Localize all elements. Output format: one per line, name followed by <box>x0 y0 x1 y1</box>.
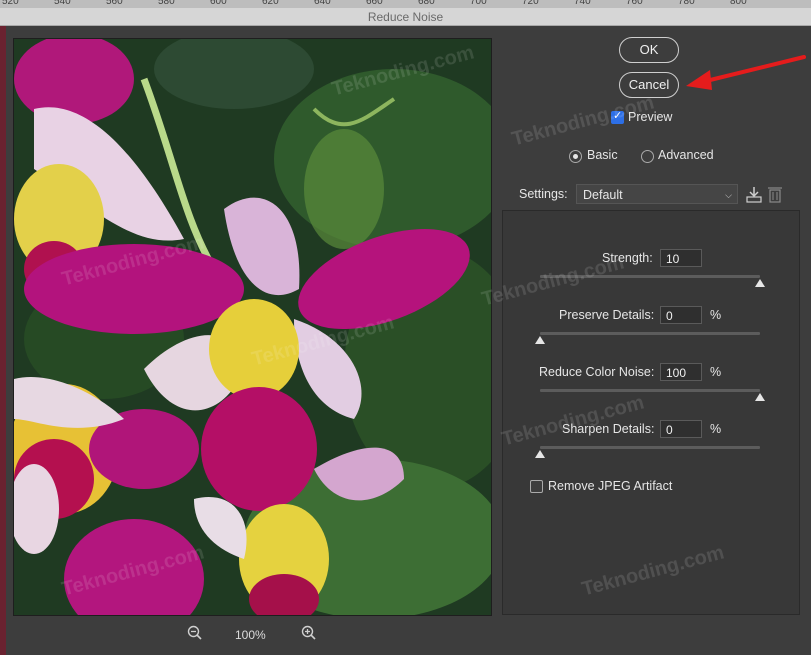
zoom-in-icon[interactable] <box>300 624 318 642</box>
preserve-details-input[interactable]: 0 <box>660 306 702 324</box>
ruler: 520 540 560 580 600 620 640 660 680 700 … <box>0 0 811 8</box>
ruler-tick: 740 <box>574 0 591 7</box>
remove-jpeg-artifact-checkbox[interactable] <box>530 480 543 493</box>
ruler-tick: 700 <box>470 0 487 7</box>
sharpen-details-slider-thumb[interactable] <box>535 450 545 458</box>
reduce-color-noise-label: Reduce Color Noise: <box>539 365 655 379</box>
ruler-tick: 640 <box>314 0 331 7</box>
ok-button[interactable]: OK <box>619 37 679 63</box>
strength-input[interactable]: 10 <box>660 249 702 267</box>
ruler-tick: 720 <box>522 0 539 7</box>
trash-icon[interactable] <box>768 185 782 203</box>
ruler-tick: 780 <box>678 0 695 7</box>
advanced-radio[interactable] <box>641 150 654 163</box>
ruler-tick: 520 <box>2 0 19 7</box>
reduce-color-noise-unit: % <box>710 365 722 379</box>
ruler-tick: 660 <box>366 0 383 7</box>
sharpen-details-unit: % <box>710 422 722 436</box>
basic-radio[interactable] <box>569 150 582 163</box>
ruler-tick: 620 <box>262 0 279 7</box>
preview-image[interactable] <box>13 38 492 616</box>
ruler-tick: 600 <box>210 0 227 7</box>
reduce-color-noise-slider-thumb[interactable] <box>755 393 765 401</box>
ruler-tick: 580 <box>158 0 175 7</box>
zoom-level: 100% <box>235 628 266 642</box>
red-arrow-annotation <box>686 55 806 90</box>
preserve-details-slider-thumb[interactable] <box>535 336 545 344</box>
basic-label: Basic <box>587 148 618 162</box>
zoom-out-icon[interactable] <box>186 624 204 642</box>
strength-slider-thumb[interactable] <box>755 279 765 287</box>
advanced-label: Advanced <box>658 148 714 162</box>
reduce-color-noise-input[interactable]: 100 <box>660 363 702 381</box>
window-title: Reduce Noise <box>367 10 444 24</box>
sharpen-details-slider-track[interactable] <box>540 446 760 449</box>
sharpen-details-input[interactable]: 0 <box>660 420 702 438</box>
settings-label: Settings: <box>519 187 568 201</box>
settings-select[interactable]: Default ⌵ <box>576 184 738 204</box>
preserve-details-label: Preserve Details: <box>559 308 655 322</box>
remove-jpeg-artifact-label: Remove JPEG Artifact <box>548 479 673 493</box>
ruler-tick: 540 <box>54 0 71 7</box>
title-bar: Reduce Noise <box>0 8 811 26</box>
zoom-bar: 100% <box>180 624 320 644</box>
ruler-tick: 680 <box>418 0 435 7</box>
ruler-tick: 560 <box>106 0 123 7</box>
preserve-details-unit: % <box>710 308 722 322</box>
background-edge <box>0 26 6 655</box>
preserve-details-slider-track[interactable] <box>540 332 760 335</box>
orchid-photo <box>14 39 491 615</box>
reduce-color-noise-slider-track[interactable] <box>540 389 760 392</box>
ruler-tick: 800 <box>730 0 747 7</box>
ruler-tick: 760 <box>626 0 643 7</box>
save-settings-icon[interactable] <box>745 185 763 203</box>
settings-value: Default <box>583 188 623 202</box>
chevron-down-icon: ⌵ <box>725 190 732 200</box>
